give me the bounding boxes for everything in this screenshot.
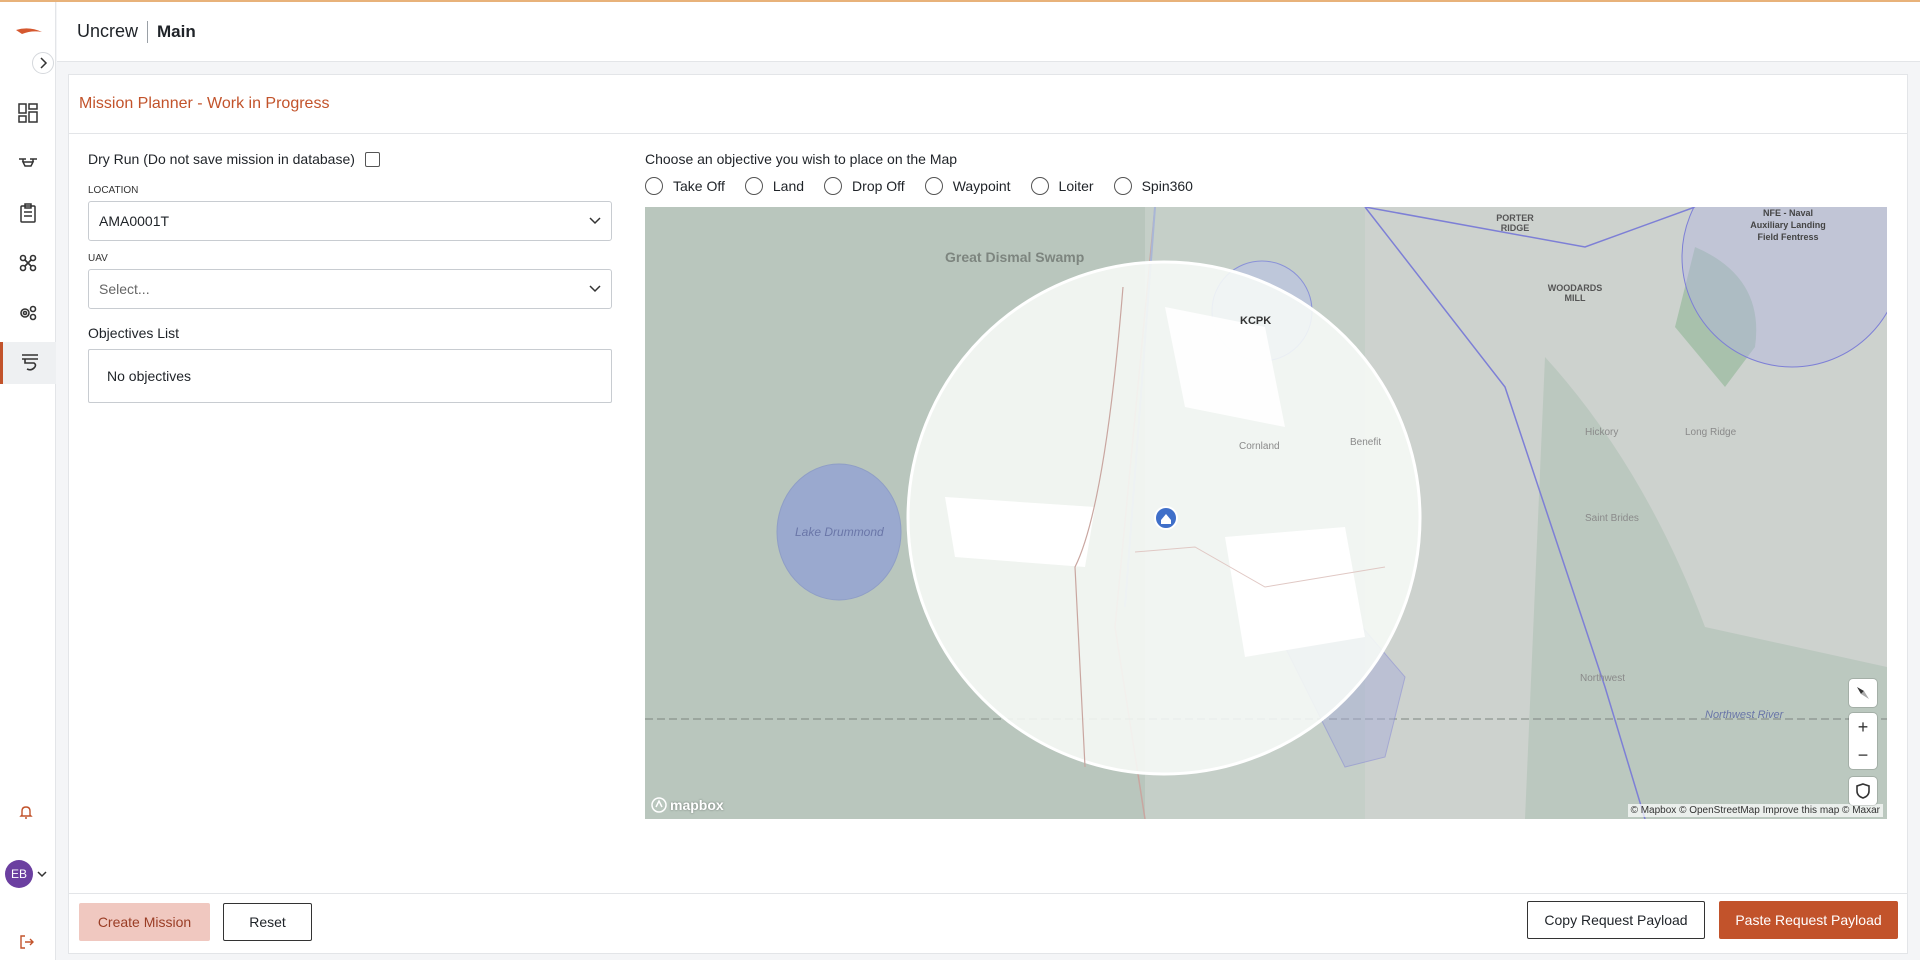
- sidebar-item-settings[interactable]: [0, 292, 56, 334]
- mission-planner-card: Mission Planner - Work in Progress Dry R…: [68, 74, 1908, 954]
- radio-take-off[interactable]: Take Off: [645, 177, 725, 195]
- map-label-cornland: Cornland: [1239, 441, 1280, 452]
- radio-waypoint[interactable]: Waypoint: [924, 177, 1011, 195]
- location-value: AMA0001T: [99, 213, 170, 229]
- logout-icon[interactable]: [19, 934, 35, 950]
- brand-logo-icon[interactable]: [14, 24, 44, 40]
- radio-label: Loiter: [1058, 178, 1094, 194]
- radio-circle[interactable]: [824, 177, 843, 195]
- create-mission-button[interactable]: Create Mission: [79, 903, 210, 941]
- drone-icon: [19, 158, 37, 167]
- radio-label: Waypoint: [952, 178, 1011, 194]
- sidebar-item-dashboard[interactable]: [0, 92, 56, 134]
- map-label-woodards-mill: WOODARDS MILL: [1547, 283, 1603, 303]
- objective-map-panel: Choose an objective you wish to place on…: [645, 151, 1887, 819]
- app-header: Uncrew Main: [57, 2, 1920, 62]
- map-compass-control[interactable]: [1849, 679, 1877, 707]
- uav-placeholder: Select...: [99, 281, 150, 297]
- radio-label: Land: [772, 178, 805, 194]
- map-label-nfe: NFE - Naval Auxiliary Landing Field Fent…: [1750, 208, 1826, 242]
- radio-circle[interactable]: [1113, 177, 1132, 195]
- reset-button[interactable]: Reset: [223, 903, 312, 941]
- app-brand[interactable]: Uncrew: [77, 21, 138, 42]
- chevron-right-icon: [40, 57, 48, 69]
- map-shield-control[interactable]: [1849, 777, 1877, 805]
- map-label-porter-ridge: PORTER RIDGE: [1496, 213, 1534, 233]
- radio-label: Drop Off: [852, 178, 905, 194]
- objective-radio-group: Take Off Land Drop Off Waypoint Loiter S…: [645, 177, 1887, 195]
- map-label-northwest-river: Northwest River: [1705, 709, 1784, 721]
- radio-circle[interactable]: [744, 177, 763, 195]
- header-separator: [147, 20, 149, 43]
- radio-circle[interactable]: [924, 177, 943, 195]
- map-label-swamp: Great Dismal Swamp: [945, 249, 1085, 265]
- sidebar-item-fleet[interactable]: [0, 242, 56, 284]
- mapbox-logo-text: mapbox: [670, 797, 724, 813]
- dry-run-label: Dry Run (Do not save mission in database…: [88, 151, 355, 167]
- breadcrumb-current: Main: [157, 21, 196, 41]
- radio-circle[interactable]: [1030, 177, 1049, 195]
- map-label-hickory: Hickory: [1585, 427, 1619, 438]
- page-title: Mission Planner - Work in Progress: [79, 95, 330, 112]
- objectives-empty-text: No objectives: [107, 368, 192, 384]
- sidebar-item-checklists[interactable]: [0, 192, 56, 234]
- paste-request-payload-button[interactable]: Paste Request Payload: [1719, 901, 1898, 939]
- dry-run-row: Dry Run (Do not save mission in database…: [88, 151, 612, 167]
- sidebar-item-mission-planner[interactable]: [0, 342, 56, 384]
- map-zoom-control: + −: [1849, 713, 1877, 769]
- sidebar-expand-button[interactable]: [32, 52, 54, 74]
- footer-divider: [69, 893, 1907, 894]
- avatar: EB: [5, 860, 33, 888]
- objectives-list: No objectives: [88, 349, 612, 403]
- radio-land[interactable]: Land: [744, 177, 805, 195]
- radio-label: Spin360: [1141, 178, 1193, 194]
- mapbox-logo-icon: [651, 797, 667, 813]
- map-label-airport: KCPK: [1240, 315, 1272, 327]
- dashboard-icon: [18, 103, 38, 123]
- chevron-down-icon: [37, 871, 47, 878]
- zoom-out-icon[interactable]: −: [1849, 741, 1877, 769]
- map-label-saint-brides: Saint Brides: [1585, 513, 1639, 524]
- map-label-northwest: Northwest: [1580, 673, 1626, 684]
- clipboard-icon: [20, 203, 36, 223]
- objectives-list-title: Objectives List: [88, 325, 180, 341]
- map-canvas[interactable]: Great Dismal Swamp Lake Drummond KCPK PO…: [645, 207, 1887, 819]
- dry-run-checkbox[interactable]: [364, 151, 380, 167]
- bell-icon[interactable]: [18, 804, 34, 820]
- uav-select[interactable]: Select...: [88, 269, 612, 309]
- radio-loiter[interactable]: Loiter: [1030, 177, 1094, 195]
- sidebar-item-drones[interactable]: [0, 142, 56, 184]
- uav-label: UAV: [88, 253, 108, 264]
- zoom-in-icon[interactable]: +: [1849, 713, 1877, 741]
- quadcopter-icon: [19, 254, 37, 272]
- objective-prompt: Choose an objective you wish to place on…: [645, 151, 958, 167]
- map-label-long-ridge: Long Ridge: [1685, 427, 1737, 438]
- mission-planner-icon: [21, 354, 38, 371]
- chevron-down-icon: [589, 285, 601, 293]
- compass-icon[interactable]: [1849, 679, 1877, 707]
- radio-circle[interactable]: [645, 177, 663, 195]
- mapbox-logo[interactable]: mapbox: [651, 797, 724, 813]
- location-select[interactable]: AMA0001T: [88, 201, 612, 241]
- settings-gears-icon: [20, 305, 37, 321]
- sidebar: EB: [0, 2, 56, 960]
- map-label-benefit: Benefit: [1350, 437, 1382, 448]
- radio-spin360[interactable]: Spin360: [1113, 177, 1193, 195]
- shield-icon[interactable]: [1849, 777, 1877, 805]
- map-graphic: [645, 207, 1887, 819]
- mission-form: Dry Run (Do not save mission in database…: [88, 151, 612, 403]
- map-label-lake: Lake Drummond: [795, 525, 884, 539]
- chevron-down-icon: [589, 217, 601, 225]
- card-divider: [69, 133, 1907, 134]
- radio-label: Take Off: [673, 178, 725, 194]
- copy-request-payload-button[interactable]: Copy Request Payload: [1527, 901, 1705, 939]
- radio-drop-off[interactable]: Drop Off: [824, 177, 905, 195]
- user-menu[interactable]: EB: [5, 860, 47, 888]
- map-attribution[interactable]: © Mapbox © OpenStreetMap Improve this ma…: [1627, 804, 1883, 817]
- location-label: LOCATION: [88, 185, 139, 196]
